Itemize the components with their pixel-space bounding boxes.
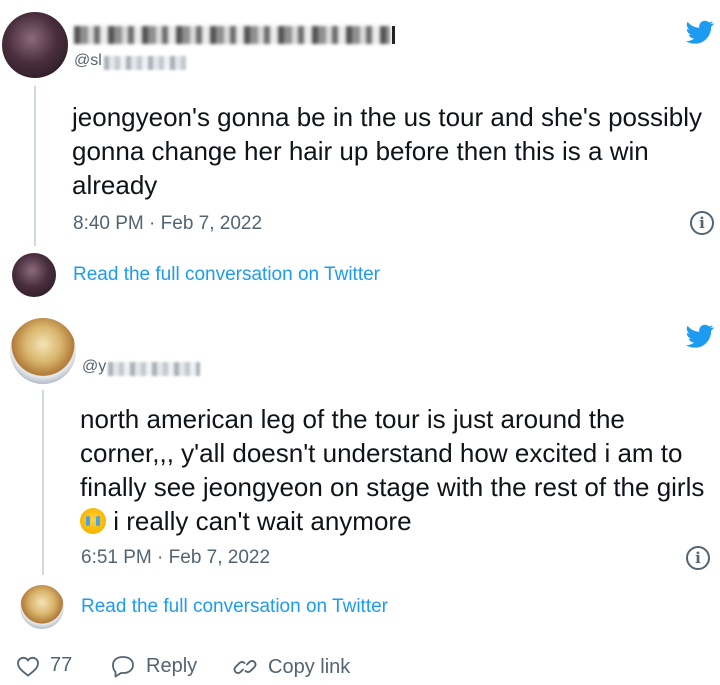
avatar[interactable]	[10, 318, 76, 384]
tweet-text: jeongyeon's gonna be in the us tour and …	[72, 102, 703, 200]
thread-line	[42, 390, 44, 575]
info-icon[interactable]: i	[690, 211, 714, 235]
user-handle[interactable]: @y	[82, 358, 106, 376]
display-name-redacted[interactable]	[74, 26, 390, 44]
tweet-text-tail: i really can't wait anymore	[106, 506, 412, 536]
reply-label: Reply	[146, 654, 198, 677]
avatar[interactable]	[2, 12, 68, 78]
user-handle-redacted	[104, 56, 186, 70]
speech-bubble-icon	[112, 656, 134, 678]
thread-line	[34, 86, 36, 246]
tweet-text: north american leg of the tour is just a…	[80, 402, 714, 538]
twitter-bird-icon[interactable]	[683, 322, 717, 350]
avatar-small[interactable]	[12, 253, 56, 297]
user-handle-redacted	[108, 362, 200, 376]
tweet-timestamp[interactable]: 6:51 PM · Feb 7, 2022	[81, 547, 270, 569]
reply-button[interactable]: Reply	[110, 654, 197, 678]
link-icon	[233, 660, 257, 674]
read-conversation-link[interactable]: Read the full conversation on Twitter	[81, 596, 388, 618]
tweet-actions-bar: 77 Reply Copy link	[0, 640, 720, 685]
copy-link-label: Copy link	[268, 655, 351, 678]
twitter-bird-icon[interactable]	[683, 18, 717, 46]
tweet-card: @y north american leg of the tour is jus…	[0, 310, 720, 640]
tweet-card: @sl jeongyeon's gonna be in the us tour …	[0, 0, 720, 305]
info-icon[interactable]: i	[686, 546, 710, 570]
heart-icon	[17, 656, 39, 677]
display-name-redacted-edge	[392, 26, 395, 44]
tweet-timestamp[interactable]: 8:40 PM · Feb 7, 2022	[73, 213, 262, 235]
avatar-small[interactable]	[20, 585, 64, 629]
tweet-text-main: north american leg of the tour is just a…	[80, 404, 705, 502]
user-handle[interactable]: @sl	[74, 52, 102, 70]
like-count: 77	[50, 654, 73, 676]
copy-link-button[interactable]: Copy link	[232, 654, 350, 680]
read-conversation-link[interactable]: Read the full conversation on Twitter	[73, 264, 380, 286]
like-button[interactable]: 77	[16, 654, 72, 677]
crying-face-emoji-icon	[80, 508, 106, 534]
